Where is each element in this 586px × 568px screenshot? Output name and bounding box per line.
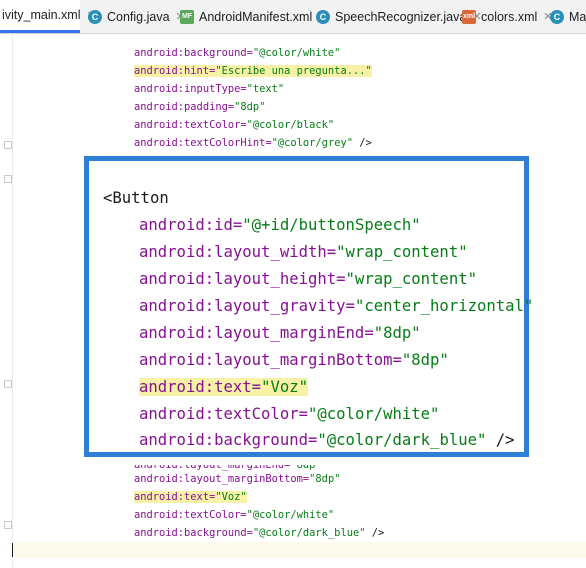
zoomed-code-line: android:layout_marginBottom="8dp" xyxy=(139,351,449,369)
code-line: android:layout_marginEnd="8dp" xyxy=(134,459,322,471)
code-line: android:background="@color/dark_blue" /> xyxy=(134,527,385,539)
code-line: android:text="Voz" xyxy=(134,491,247,503)
code-line: android:hint="Escribe una pregunta..." xyxy=(134,65,372,77)
code-line: android:textColorHint="@color/grey" /> xyxy=(134,137,372,149)
zoomed-code-line: android:layout_height="wrap_content" xyxy=(139,270,477,288)
zoomed-code-line: android:background="@color/dark_blue" /> xyxy=(139,431,515,449)
code-line: android:background="@color/white" xyxy=(134,47,341,59)
current-line-highlight xyxy=(12,542,586,558)
button-tag: <Button xyxy=(103,189,169,207)
zoomed-code-line: android:layout_gravity="center_horizonta… xyxy=(139,297,534,315)
code-line: android:inputType="text" xyxy=(134,83,285,95)
zoomed-code-line: android:id="@+id/buttonSpeech" xyxy=(139,216,421,234)
zoomed-code-line: android:layout_marginEnd="8dp" xyxy=(139,324,421,342)
code-line: android:textColor="@color/white" xyxy=(134,509,335,521)
zoomed-code-callout: <Button android:id="@+id/buttonSpeech" a… xyxy=(84,156,533,457)
text-caret xyxy=(12,543,13,557)
code-line: android:layout_marginBottom="8dp" xyxy=(134,473,341,485)
code-line: android:padding="8dp" xyxy=(134,101,266,113)
zoomed-code-line: android:layout_width="wrap_content" xyxy=(139,243,468,261)
code-line: android:textColor="@color/black" xyxy=(134,119,335,131)
zoomed-code-line: android:textColor="@color/white" xyxy=(139,405,440,423)
zoomed-code-line: android:text="Voz" xyxy=(139,378,309,396)
